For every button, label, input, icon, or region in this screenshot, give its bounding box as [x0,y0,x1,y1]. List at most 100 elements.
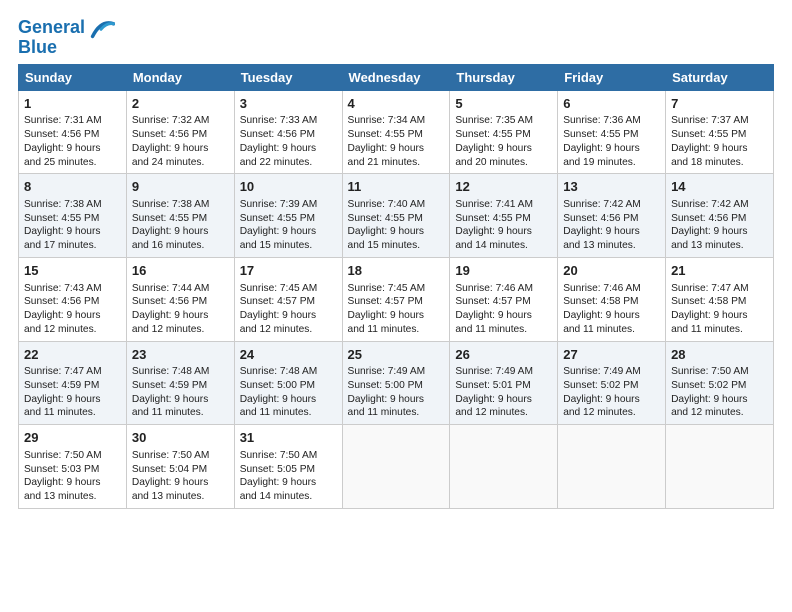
day-info: Sunrise: 7:34 AM Sunset: 4:55 PM Dayligh… [348,114,445,169]
day-info: Sunrise: 7:46 AM Sunset: 4:57 PM Dayligh… [455,282,552,337]
day-info: Sunrise: 7:41 AM Sunset: 4:55 PM Dayligh… [455,198,552,253]
calendar-cell: 5Sunrise: 7:35 AM Sunset: 4:55 PM Daylig… [450,90,558,174]
calendar-cell: 11 Sunrise: 7:40 AM Sunset: 4:55 PM Dayli… [342,174,450,258]
calendar-cell: 3Sunrise: 7:33 AM Sunset: 4:56 PM Daylig… [234,90,342,174]
day-info: Sunrise: 7:39 AM Sunset: 4:55 PM Dayligh… [240,198,337,253]
day-number: 25 [348,346,445,364]
calendar-page: General Blue SundayMondayTuesdayWednesda… [0,0,792,612]
calendar-cell: 18Sunrise: 7:45 AM Sunset: 4:57 PM Dayli… [342,258,450,342]
day-number: 13 [563,178,660,196]
day-info: Sunrise: 7:50 AM Sunset: 5:05 PM Dayligh… [240,449,337,504]
day-info: Sunrise: 7:47 AM Sunset: 4:58 PM Dayligh… [671,282,768,337]
day-info: Sunrise: 7:50 AM Sunset: 5:04 PM Dayligh… [132,449,229,504]
calendar-cell: 23Sunrise: 7:48 AM Sunset: 4:59 PM Dayli… [126,341,234,425]
week-row-3: 15Sunrise: 7:43 AM Sunset: 4:56 PM Dayli… [19,258,774,342]
day-header-saturday: Saturday [666,64,774,90]
day-number: 3 [240,95,337,113]
day-info: Sunrise: 7:33 AM Sunset: 4:56 PM Dayligh… [240,114,337,169]
day-header-friday: Friday [558,64,666,90]
calendar-cell: 14Sunrise: 7:42 AM Sunset: 4:56 PM Dayli… [666,174,774,258]
day-info: Sunrise: 7:49 AM Sunset: 5:02 PM Dayligh… [563,365,660,420]
day-info: Sunrise: 7:50 AM Sunset: 5:03 PM Dayligh… [24,449,121,504]
day-info: Sunrise: 7:49 AM Sunset: 5:00 PM Dayligh… [348,365,445,420]
day-info: Sunrise: 7:38 AM Sunset: 4:55 PM Dayligh… [24,198,121,253]
day-number: 31 [240,429,337,447]
calendar-cell: 22Sunrise: 7:47 AM Sunset: 4:59 PM Dayli… [19,341,127,425]
day-info: Sunrise: 7:44 AM Sunset: 4:56 PM Dayligh… [132,282,229,337]
header: General Blue [18,10,774,58]
week-row-1: 1Sunrise: 7:31 AM Sunset: 4:56 PM Daylig… [19,90,774,174]
calendar-cell [558,425,666,509]
calendar-cell: 16 Sunrise: 7:44 AM Sunset: 4:56 PM Dayli… [126,258,234,342]
calendar-cell [342,425,450,509]
day-number: 19 [455,262,552,280]
day-info: Sunrise: 7:48 AM Sunset: 5:00 PM Dayligh… [240,365,337,420]
day-header-sunday: Sunday [19,64,127,90]
calendar-cell: 2Sunrise: 7:32 AM Sunset: 4:56 PM Daylig… [126,90,234,174]
calendar-cell: 25Sunrise: 7:49 AM Sunset: 5:00 PM Dayli… [342,341,450,425]
day-info: Sunrise: 7:35 AM Sunset: 4:55 PM Dayligh… [455,114,552,169]
day-number: 15 [24,262,121,280]
day-number: 21 [671,262,768,280]
day-info: Sunrise: 7:45 AM Sunset: 4:57 PM Dayligh… [240,282,337,337]
day-number: 27 [563,346,660,364]
logo-icon [87,14,115,42]
week-row-4: 22Sunrise: 7:47 AM Sunset: 4:59 PM Dayli… [19,341,774,425]
calendar-cell: 26Sunrise: 7:49 AM Sunset: 5:01 PM Dayli… [450,341,558,425]
calendar-cell: 6Sunrise: 7:36 AM Sunset: 4:55 PM Daylig… [558,90,666,174]
day-number: 26 [455,346,552,364]
calendar-cell: 20Sunrise: 7:46 AM Sunset: 4:58 PM Dayli… [558,258,666,342]
calendar-cell [450,425,558,509]
day-number: 17 [240,262,337,280]
day-number: 1 [24,95,121,113]
day-number: 28 [671,346,768,364]
day-info: Sunrise: 7:48 AM Sunset: 4:59 PM Dayligh… [132,365,229,420]
calendar-body: 1Sunrise: 7:31 AM Sunset: 4:56 PM Daylig… [19,90,774,508]
day-number: 23 [132,346,229,364]
calendar-cell: 12Sunrise: 7:41 AM Sunset: 4:55 PM Dayli… [450,174,558,258]
day-number: 29 [24,429,121,447]
day-info: Sunrise: 7:46 AM Sunset: 4:58 PM Dayligh… [563,282,660,337]
calendar-cell: 9 Sunrise: 7:38 AM Sunset: 4:55 PM Daylig… [126,174,234,258]
calendar-cell: 10 Sunrise: 7:39 AM Sunset: 4:55 PM Dayli… [234,174,342,258]
day-info: Sunrise: 7:42 AM Sunset: 4:56 PM Dayligh… [563,198,660,253]
day-header-tuesday: Tuesday [234,64,342,90]
day-number: 11 [348,178,445,196]
day-number: 5 [455,95,552,113]
week-row-5: 29 Sunrise: 7:50 AM Sunset: 5:03 PM Dayli… [19,425,774,509]
day-number: 14 [671,178,768,196]
calendar-cell: 8 Sunrise: 7:38 AM Sunset: 4:55 PM Daylig… [19,174,127,258]
day-info: Sunrise: 7:47 AM Sunset: 4:59 PM Dayligh… [24,365,121,420]
day-info: Sunrise: 7:31 AM Sunset: 4:56 PM Dayligh… [24,114,121,169]
day-header-thursday: Thursday [450,64,558,90]
day-number: 8 [24,178,121,196]
day-number: 30 [132,429,229,447]
day-info: Sunrise: 7:40 AM Sunset: 4:55 PM Dayligh… [348,198,445,253]
logo-text: General [18,18,85,38]
day-number: 22 [24,346,121,364]
calendar-cell: 31 Sunrise: 7:50 AM Sunset: 5:05 PM Dayli… [234,425,342,509]
calendar-header-row: SundayMondayTuesdayWednesdayThursdayFrid… [19,64,774,90]
day-info: Sunrise: 7:37 AM Sunset: 4:55 PM Dayligh… [671,114,768,169]
day-info: Sunrise: 7:32 AM Sunset: 4:56 PM Dayligh… [132,114,229,169]
day-number: 2 [132,95,229,113]
calendar-cell: 24Sunrise: 7:48 AM Sunset: 5:00 PM Dayli… [234,341,342,425]
day-info: Sunrise: 7:38 AM Sunset: 4:55 PM Dayligh… [132,198,229,253]
day-info: Sunrise: 7:36 AM Sunset: 4:55 PM Dayligh… [563,114,660,169]
day-info: Sunrise: 7:50 AM Sunset: 5:02 PM Dayligh… [671,365,768,420]
day-number: 9 [132,178,229,196]
calendar-cell: 13 Sunrise: 7:42 AM Sunset: 4:56 PM Dayli… [558,174,666,258]
day-info: Sunrise: 7:49 AM Sunset: 5:01 PM Dayligh… [455,365,552,420]
calendar-cell: 27Sunrise: 7:49 AM Sunset: 5:02 PM Dayli… [558,341,666,425]
week-row-2: 8 Sunrise: 7:38 AM Sunset: 4:55 PM Daylig… [19,174,774,258]
calendar-cell: 7Sunrise: 7:37 AM Sunset: 4:55 PM Daylig… [666,90,774,174]
day-info: Sunrise: 7:45 AM Sunset: 4:57 PM Dayligh… [348,282,445,337]
day-number: 10 [240,178,337,196]
day-number: 7 [671,95,768,113]
day-header-wednesday: Wednesday [342,64,450,90]
calendar-table: SundayMondayTuesdayWednesdayThursdayFrid… [18,64,774,509]
day-number: 16 [132,262,229,280]
calendar-cell: 30 Sunrise: 7:50 AM Sunset: 5:04 PM Dayli… [126,425,234,509]
calendar-cell: 15Sunrise: 7:43 AM Sunset: 4:56 PM Dayli… [19,258,127,342]
calendar-cell: 21 Sunrise: 7:47 AM Sunset: 4:58 PM Dayli… [666,258,774,342]
